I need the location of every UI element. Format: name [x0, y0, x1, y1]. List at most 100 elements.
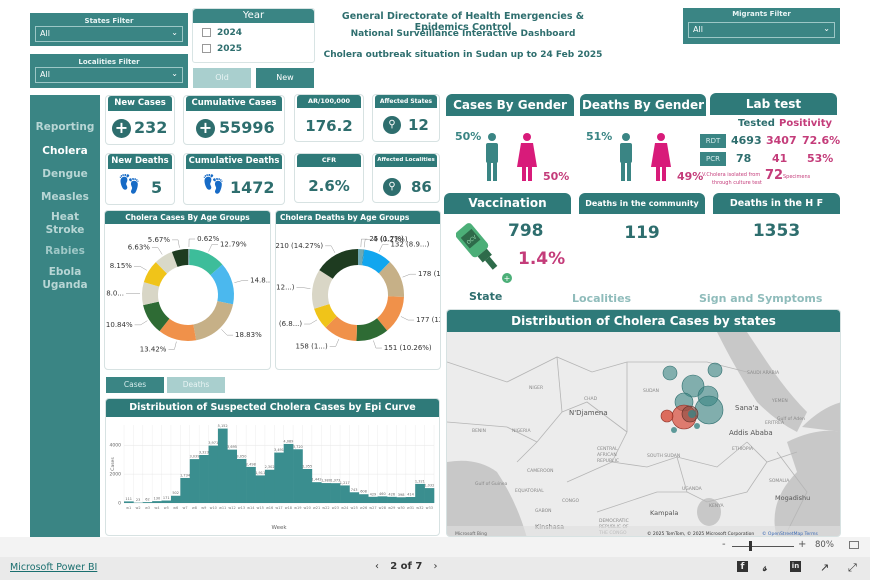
tab-localities[interactable]: Localities	[572, 292, 631, 305]
fit-to-page-icon[interactable]	[849, 541, 859, 549]
year-option-2024[interactable]: 2024	[202, 26, 314, 39]
donut-data-label: 5.67%	[148, 236, 171, 244]
deaths-toggle[interactable]: Deaths	[167, 377, 225, 393]
epi-bar	[330, 483, 341, 503]
pcr-positive: 41	[772, 152, 788, 165]
tab-state[interactable]: State	[469, 290, 502, 303]
linkedin-icon[interactable]: in	[790, 561, 801, 572]
year-title: Year	[193, 9, 314, 23]
donut-data-label: 210 (14.27%)	[276, 242, 323, 250]
epi-bar	[340, 485, 350, 503]
x-tick-label: w17	[275, 506, 282, 510]
state-bubble	[694, 423, 700, 429]
bar-data-label: 3,491	[274, 448, 284, 452]
x-tick-label: w6	[173, 506, 178, 510]
x-tick-label: w28	[379, 506, 386, 510]
new-button[interactable]: New	[256, 68, 314, 88]
localities-filter-value: All	[40, 70, 50, 79]
vaccination-title: Vaccination	[444, 193, 571, 214]
affected-states-card: Affected States ⚲ 12	[372, 94, 440, 142]
leader-line	[133, 265, 147, 271]
x-tick-label: w25	[350, 506, 357, 510]
epi-bar	[283, 443, 294, 503]
y-tick-label: 2000	[110, 472, 122, 478]
old-button[interactable]: Old	[193, 68, 251, 88]
epi-bar	[377, 496, 388, 503]
donut-data-label: 101 (6.8...)	[276, 320, 302, 328]
y-axis-label: Cases	[110, 457, 116, 471]
cases-toggle[interactable]: Cases	[106, 377, 164, 393]
year-option-label: 2024	[217, 27, 243, 38]
sidebar-item-ebola-uganda[interactable]: Ebola Uganda	[38, 266, 92, 292]
epi-bar	[396, 497, 407, 503]
sidebar-item-cholera[interactable]: Cholera	[30, 145, 100, 158]
svg-text:ERITREA: ERITREA	[765, 420, 785, 426]
states-filter-select[interactable]: All ⌄	[35, 26, 183, 42]
donut-data-label: 14.8...	[250, 277, 270, 285]
epi-bar	[349, 492, 360, 503]
donut-data-label: 0.62%	[197, 235, 220, 243]
cfr-title: CFR	[297, 154, 361, 167]
svg-text:Addis Ababa: Addis Ababa	[729, 429, 773, 437]
checkbox-icon[interactable]	[202, 44, 211, 53]
leader-line	[151, 247, 163, 255]
sidebar-item-dengue[interactable]: Dengue	[30, 168, 100, 181]
female-icon	[517, 133, 537, 181]
fullscreen-icon[interactable]: ⤢	[848, 561, 857, 575]
prev-page-button[interactable]: ‹	[375, 561, 379, 572]
sidebar-item-heat-stroke[interactable]: Heat Stroke	[30, 211, 100, 237]
localities-filter-select[interactable]: All ⌄	[35, 67, 183, 83]
svg-text:SUDAN: SUDAN	[643, 388, 659, 394]
bar-data-label: 3,971	[208, 441, 218, 445]
twitter-icon[interactable]: 𝓈	[763, 561, 767, 575]
epi-bar	[387, 496, 397, 503]
svg-text:GABON: GABON	[535, 508, 551, 514]
checkbox-icon[interactable]	[202, 28, 211, 37]
deaths-by-gender-title: Deaths By Gender	[580, 94, 706, 116]
x-tick-label: w16	[266, 506, 273, 510]
zoom-slider-track[interactable]	[732, 546, 794, 547]
epi-bar	[161, 500, 172, 503]
y-tick-label: 0	[118, 501, 121, 507]
leader-line	[325, 245, 336, 253]
zoom-slider-thumb[interactable]	[749, 541, 752, 551]
epi-curve-panel: Distribution of Suspected Cholera Cases …	[105, 398, 440, 536]
y-tick-label: 4000	[110, 443, 122, 449]
map-canvas[interactable]: NIGER CHAD N'Djamena SUDAN SAUDI ARABIA …	[447, 332, 841, 537]
donut-data-label: 10.84%	[106, 321, 133, 329]
feet-tag-icon: 👣	[202, 174, 225, 195]
x-tick-label: w5	[164, 506, 169, 510]
svg-text:CAMEROON: CAMEROON	[527, 468, 554, 474]
share-icon[interactable]: ↗	[820, 561, 829, 574]
leader-line	[304, 319, 318, 325]
lab-test-title: Lab test	[710, 93, 837, 115]
sidebar-item-reporting[interactable]: Reporting	[30, 121, 100, 134]
deaths-female-percent: 49%	[677, 170, 704, 183]
ar-title: AR/100,000	[297, 95, 361, 108]
facebook-icon[interactable]: f	[737, 561, 748, 572]
sidebar-item-rabies[interactable]: Rabies	[30, 245, 100, 258]
powerbi-link[interactable]: Microsoft Power BI	[10, 562, 97, 573]
state-bubble	[688, 410, 696, 418]
rdt-positivity: 72.6%	[802, 134, 841, 147]
epi-bar	[255, 475, 266, 503]
age-cases-title: Cholera Cases By Age Groups	[105, 211, 270, 224]
zoom-out-button[interactable]: -	[722, 539, 726, 550]
svg-text:Gulf of Guinea: Gulf of Guinea	[475, 481, 508, 487]
x-tick-label: w8	[192, 506, 197, 510]
donut-data-label: 12.79%	[220, 240, 247, 248]
svg-text:AFRICAN: AFRICAN	[597, 452, 617, 458]
female-icon	[651, 133, 671, 181]
year-option-2025[interactable]: 2025	[202, 42, 314, 55]
bar-data-label: 608	[360, 490, 367, 494]
epi-curve-title: Distribution of Suspected Cholera Cases …	[106, 399, 439, 417]
tab-sign-and-symptoms[interactable]: Sign and Symptoms	[699, 292, 822, 305]
sidebar-item-measles[interactable]: Measles	[30, 191, 100, 204]
zoom-level: 80%	[815, 540, 834, 550]
next-page-button[interactable]: ›	[433, 561, 437, 572]
cfr-value: 2.6%	[308, 177, 350, 195]
bar-data-label: 5,152	[218, 424, 228, 428]
zoom-in-button[interactable]: +	[798, 539, 806, 550]
bar-data-label: 3,695	[227, 445, 237, 449]
migrants-filter-select[interactable]: All ⌄	[688, 22, 835, 38]
